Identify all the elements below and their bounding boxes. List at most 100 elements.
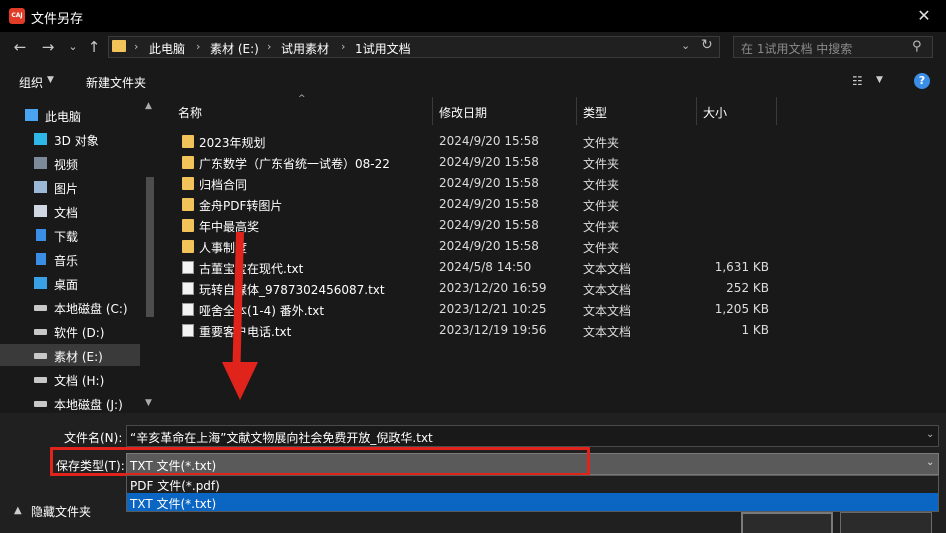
- text-file-icon: [182, 303, 194, 316]
- sidebar-item[interactable]: 文档 (H:): [0, 368, 140, 390]
- sidebar-item[interactable]: 下载: [0, 224, 140, 246]
- column-header-type[interactable]: 类型: [583, 104, 607, 121]
- sidebar-item[interactable]: 软件 (D:): [0, 320, 140, 342]
- column-divider[interactable]: [432, 97, 433, 125]
- sidebar-item[interactable]: 3D 对象: [0, 128, 140, 150]
- breadcrumb-drive-e[interactable]: 素材 (E:): [210, 40, 259, 57]
- up-folder-button[interactable]: ↑: [84, 36, 104, 58]
- folder-icon: [182, 156, 194, 169]
- drive-icon: [34, 353, 47, 359]
- column-header-date[interactable]: 修改日期: [439, 104, 487, 121]
- file-row[interactable]: 人事制度 2024/9/20 15:58 文件夹: [176, 236, 776, 257]
- chevron-down-icon[interactable]: ⌄: [926, 429, 934, 440]
- window-title: 文件另存: [31, 12, 84, 27]
- filename-value: “辛亥革命在上海”文献文物展向社会免费开放_倪政华.txt: [130, 431, 433, 445]
- chevron-up-icon[interactable]: ▲: [14, 505, 22, 516]
- folder-icon: [182, 177, 194, 190]
- sidebar-item[interactable]: 此电脑: [0, 104, 140, 126]
- file-row[interactable]: 重要客户电话.txt 2023/12/19 19:56 文本文档 1 KB: [176, 320, 776, 341]
- sidebar-item[interactable]: 本地磁盘 (C:): [0, 296, 140, 318]
- sidebar-item[interactable]: 音乐: [0, 248, 140, 270]
- sidebar-item[interactable]: 图片: [0, 176, 140, 198]
- cancel-button[interactable]: [840, 512, 932, 533]
- file-type: 文件夹: [583, 178, 620, 192]
- file-row[interactable]: 广东数学（广东省统一试卷）08-22 2024/9/20 15:58 文件夹: [176, 152, 776, 173]
- column-header-size[interactable]: 大小: [703, 104, 727, 121]
- file-type: 文件夹: [583, 136, 620, 150]
- dropdown-option-txt[interactable]: TXT 文件(*.txt): [127, 493, 938, 511]
- sidebar-item[interactable]: 视频: [0, 152, 140, 174]
- chevron-down-icon[interactable]: ▼: [876, 75, 883, 85]
- hide-folders-button[interactable]: 隐藏文件夹: [31, 503, 91, 520]
- help-icon[interactable]: ?: [914, 73, 930, 89]
- text-file-icon: [182, 282, 194, 295]
- file-size: 252 KB: [726, 281, 769, 295]
- file-row[interactable]: 金舟PDF转图片 2024/9/20 15:58 文件夹: [176, 194, 776, 215]
- view-options-icon[interactable]: ☷: [852, 74, 863, 88]
- file-row[interactable]: 玩转自媒体_9787302456087.txt 2023/12/20 16:59 文…: [176, 278, 776, 299]
- option-label: PDF 文件(*.pdf): [130, 479, 220, 493]
- recent-locations-button[interactable]: ⌄: [63, 36, 83, 58]
- file-size: 1,631 KB: [714, 260, 769, 274]
- sidebar-item[interactable]: 桌面: [0, 272, 140, 294]
- forward-button[interactable]: →: [38, 36, 58, 58]
- folder-icon: [182, 135, 194, 148]
- file-row[interactable]: 哑舍全本(1-4) 番外.txt 2023/12/21 10:25 文本文档 1,20…: [176, 299, 776, 320]
- text-file-icon: [182, 324, 194, 337]
- navigation-pane: 此电脑 3D 对象 视频图片文档 下载 音乐 桌面本地磁盘 (C:) 软件 (D:) 素材 (…: [0, 97, 158, 413]
- address-dropdown-icon[interactable]: ⌄: [681, 39, 690, 52]
- sidebar-item[interactable]: 本地磁盘 (J:): [0, 392, 140, 413]
- file-name: 2023年规划: [199, 136, 266, 150]
- folder-icon: [182, 198, 194, 211]
- breadcrumb-separator-icon: ›: [267, 40, 272, 53]
- save-button[interactable]: [741, 512, 833, 533]
- column-header-name[interactable]: 名称: [178, 104, 202, 121]
- organize-button[interactable]: 组织: [19, 74, 43, 91]
- drive-icon: [34, 401, 47, 407]
- scroll-down-icon[interactable]: ▼: [145, 398, 152, 408]
- drive-icon: [34, 329, 47, 335]
- sidebar-item[interactable]: 素材 (E:): [0, 344, 140, 366]
- file-row[interactable]: 古董宝宝在现代.txt 2024/5/8 14:50 文本文档 1,631 KB: [176, 257, 776, 278]
- file-name: 哑舍全本(1-4) 番外.txt: [199, 304, 325, 318]
- column-divider[interactable]: [696, 97, 697, 125]
- file-row[interactable]: 年中最高奖 2024/9/20 15:58 文件夹: [176, 215, 776, 236]
- folder-icon: [182, 219, 194, 232]
- desktop-icon: [34, 277, 47, 289]
- video-icon: [34, 157, 47, 169]
- sidebar-item-label: 本地磁盘 (J:): [54, 398, 123, 412]
- filename-label: 文件名(N):: [64, 431, 123, 445]
- chevron-down-icon[interactable]: ▼: [47, 75, 54, 85]
- highlight-box: [50, 447, 590, 476]
- back-button[interactable]: ←: [10, 36, 30, 58]
- scroll-up-icon[interactable]: ▲: [145, 101, 152, 111]
- chevron-down-icon[interactable]: ⌄: [926, 457, 934, 468]
- dropdown-option-pdf[interactable]: PDF 文件(*.pdf): [127, 476, 938, 493]
- document-icon: [34, 205, 47, 217]
- refresh-icon[interactable]: ↻: [701, 37, 713, 53]
- file-name: 归档合同: [199, 178, 248, 192]
- search-icon[interactable]: ⚲: [912, 39, 922, 54]
- file-type: 文件夹: [583, 220, 620, 234]
- file-date: 2024/9/20 15:58: [439, 197, 539, 211]
- sidebar-item-label: 本地磁盘 (C:): [54, 302, 128, 316]
- breadcrumb-this-pc[interactable]: 此电脑: [149, 40, 185, 57]
- file-row[interactable]: 2023年规划 2024/9/20 15:58 文件夹: [176, 131, 776, 152]
- scrollbar-thumb[interactable]: [146, 177, 154, 317]
- folder-icon: [112, 40, 126, 52]
- sidebar-item-label: 图片: [54, 182, 79, 196]
- breadcrumb-trial-docs[interactable]: 1试用文档: [355, 40, 411, 57]
- download-icon: [36, 229, 46, 241]
- close-button[interactable]: ✕: [910, 4, 938, 28]
- option-label: TXT 文件(*.txt): [130, 497, 217, 511]
- breadcrumb-trial-materials[interactable]: 试用素材: [281, 40, 329, 57]
- sidebar-item[interactable]: 文档: [0, 200, 140, 222]
- file-size: 1 KB: [741, 323, 769, 337]
- breadcrumb-separator-icon: ›: [341, 40, 346, 53]
- column-divider[interactable]: [776, 97, 777, 125]
- new-folder-button[interactable]: 新建文件夹: [86, 74, 146, 91]
- file-row[interactable]: 归档合同 2024/9/20 15:58 文件夹: [176, 173, 776, 194]
- file-name: 年中最高奖: [199, 220, 260, 234]
- breadcrumb-separator-icon: ›: [134, 40, 139, 53]
- column-divider[interactable]: [576, 97, 577, 125]
